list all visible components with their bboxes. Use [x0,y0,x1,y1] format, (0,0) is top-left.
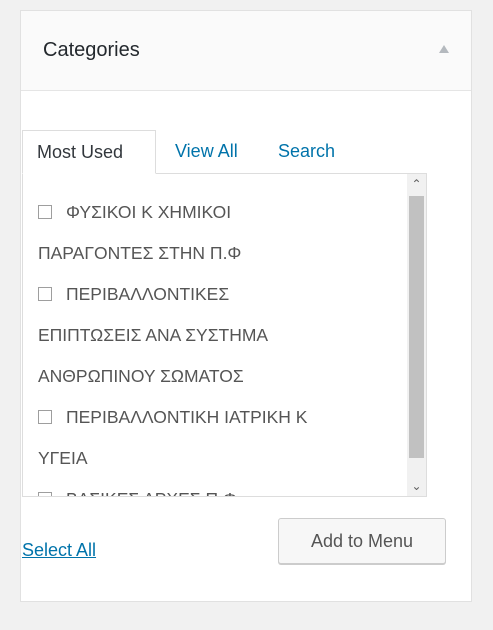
item-label-line: ΠΕΡΙΒΑΛΛΟΝΤΙΚΕΣ [66,284,230,304]
item-label-line: ΑΝΘΡΩΠΙΝΟΥ ΣΩΜΑΤΟΣ [38,366,244,386]
item-label-line: ΕΠΙΠΤΩΣΕΙΣ ΑΝΑ ΣΥΣΤΗΜΑ [38,325,269,345]
panel-header[interactable]: Categories [21,11,471,91]
item-label-line: ΠΑΡΑΓΟΝΤΕΣ ΣΤΗΝ Π.Φ [38,243,242,263]
list-item[interactable]: ΦΥΣΙΚΟΙ Κ ΧΗΜΙΚΟΙ ΠΑΡΑΓΟΝΤΕΣ ΣΤΗΝ Π.Φ [23,192,405,274]
category-checkbox[interactable] [38,287,52,301]
item-label-line: ΦΥΣΙΚΟΙ Κ ΧΗΜΙΚΟΙ [66,202,232,222]
item-label-line: ΠΕΡΙΒΑΛΛΟΝΤΙΚΗ ΙΑΤΡΙΚΗ Κ [66,407,308,427]
checklist-items: ΦΥΣΙΚΟΙ Κ ΧΗΜΙΚΟΙ ΠΑΡΑΓΟΝΤΕΣ ΣΤΗΝ Π.Φ ΠΕ… [23,192,405,496]
scrollbar[interactable]: ⌃ ⌄ [407,174,426,496]
category-checkbox[interactable] [38,410,52,424]
tab-most-used[interactable]: Most Used [22,130,156,174]
list-item[interactable]: ΒΑΣΙΚΕΣ ΑΡΧΕΣ Π.Φ [23,479,405,496]
category-checkbox[interactable] [38,492,52,496]
category-checklist: ΦΥΣΙΚΟΙ Κ ΧΗΜΙΚΟΙ ΠΑΡΑΓΟΝΤΕΣ ΣΤΗΝ Π.Φ ΠΕ… [22,173,427,497]
list-item[interactable]: ΠΕΡΙΒΑΛΛΟΝΤΙΚΕΣ ΕΠΙΠΤΩΣΕΙΣ ΑΝΑ ΣΥΣΤΗΜΑ Α… [23,274,405,397]
triangle-up-icon[interactable] [439,45,449,53]
category-tabs: Most Used View All Search [22,130,442,174]
list-item[interactable]: ΠΕΡΙΒΑΛΛΟΝΤΙΚΗ ΙΑΤΡΙΚΗ Κ ΥΓΕΙΑ [23,397,405,479]
add-to-menu-button[interactable]: Add to Menu [278,518,446,564]
tab-view-all[interactable]: View All [175,130,238,174]
chevron-down-icon[interactable]: ⌄ [407,476,426,496]
item-label-line: ΥΓΕΙΑ [38,448,88,468]
chevron-up-icon[interactable]: ⌃ [407,174,426,194]
category-checkbox[interactable] [38,205,52,219]
select-all-link[interactable]: Select All [22,540,96,561]
scrollbar-thumb[interactable] [409,196,424,458]
item-label-line: ΒΑΣΙΚΕΣ ΑΡΧΕΣ Π.Φ [66,489,237,496]
tab-search[interactable]: Search [278,130,335,174]
panel-title: Categories [43,39,140,61]
